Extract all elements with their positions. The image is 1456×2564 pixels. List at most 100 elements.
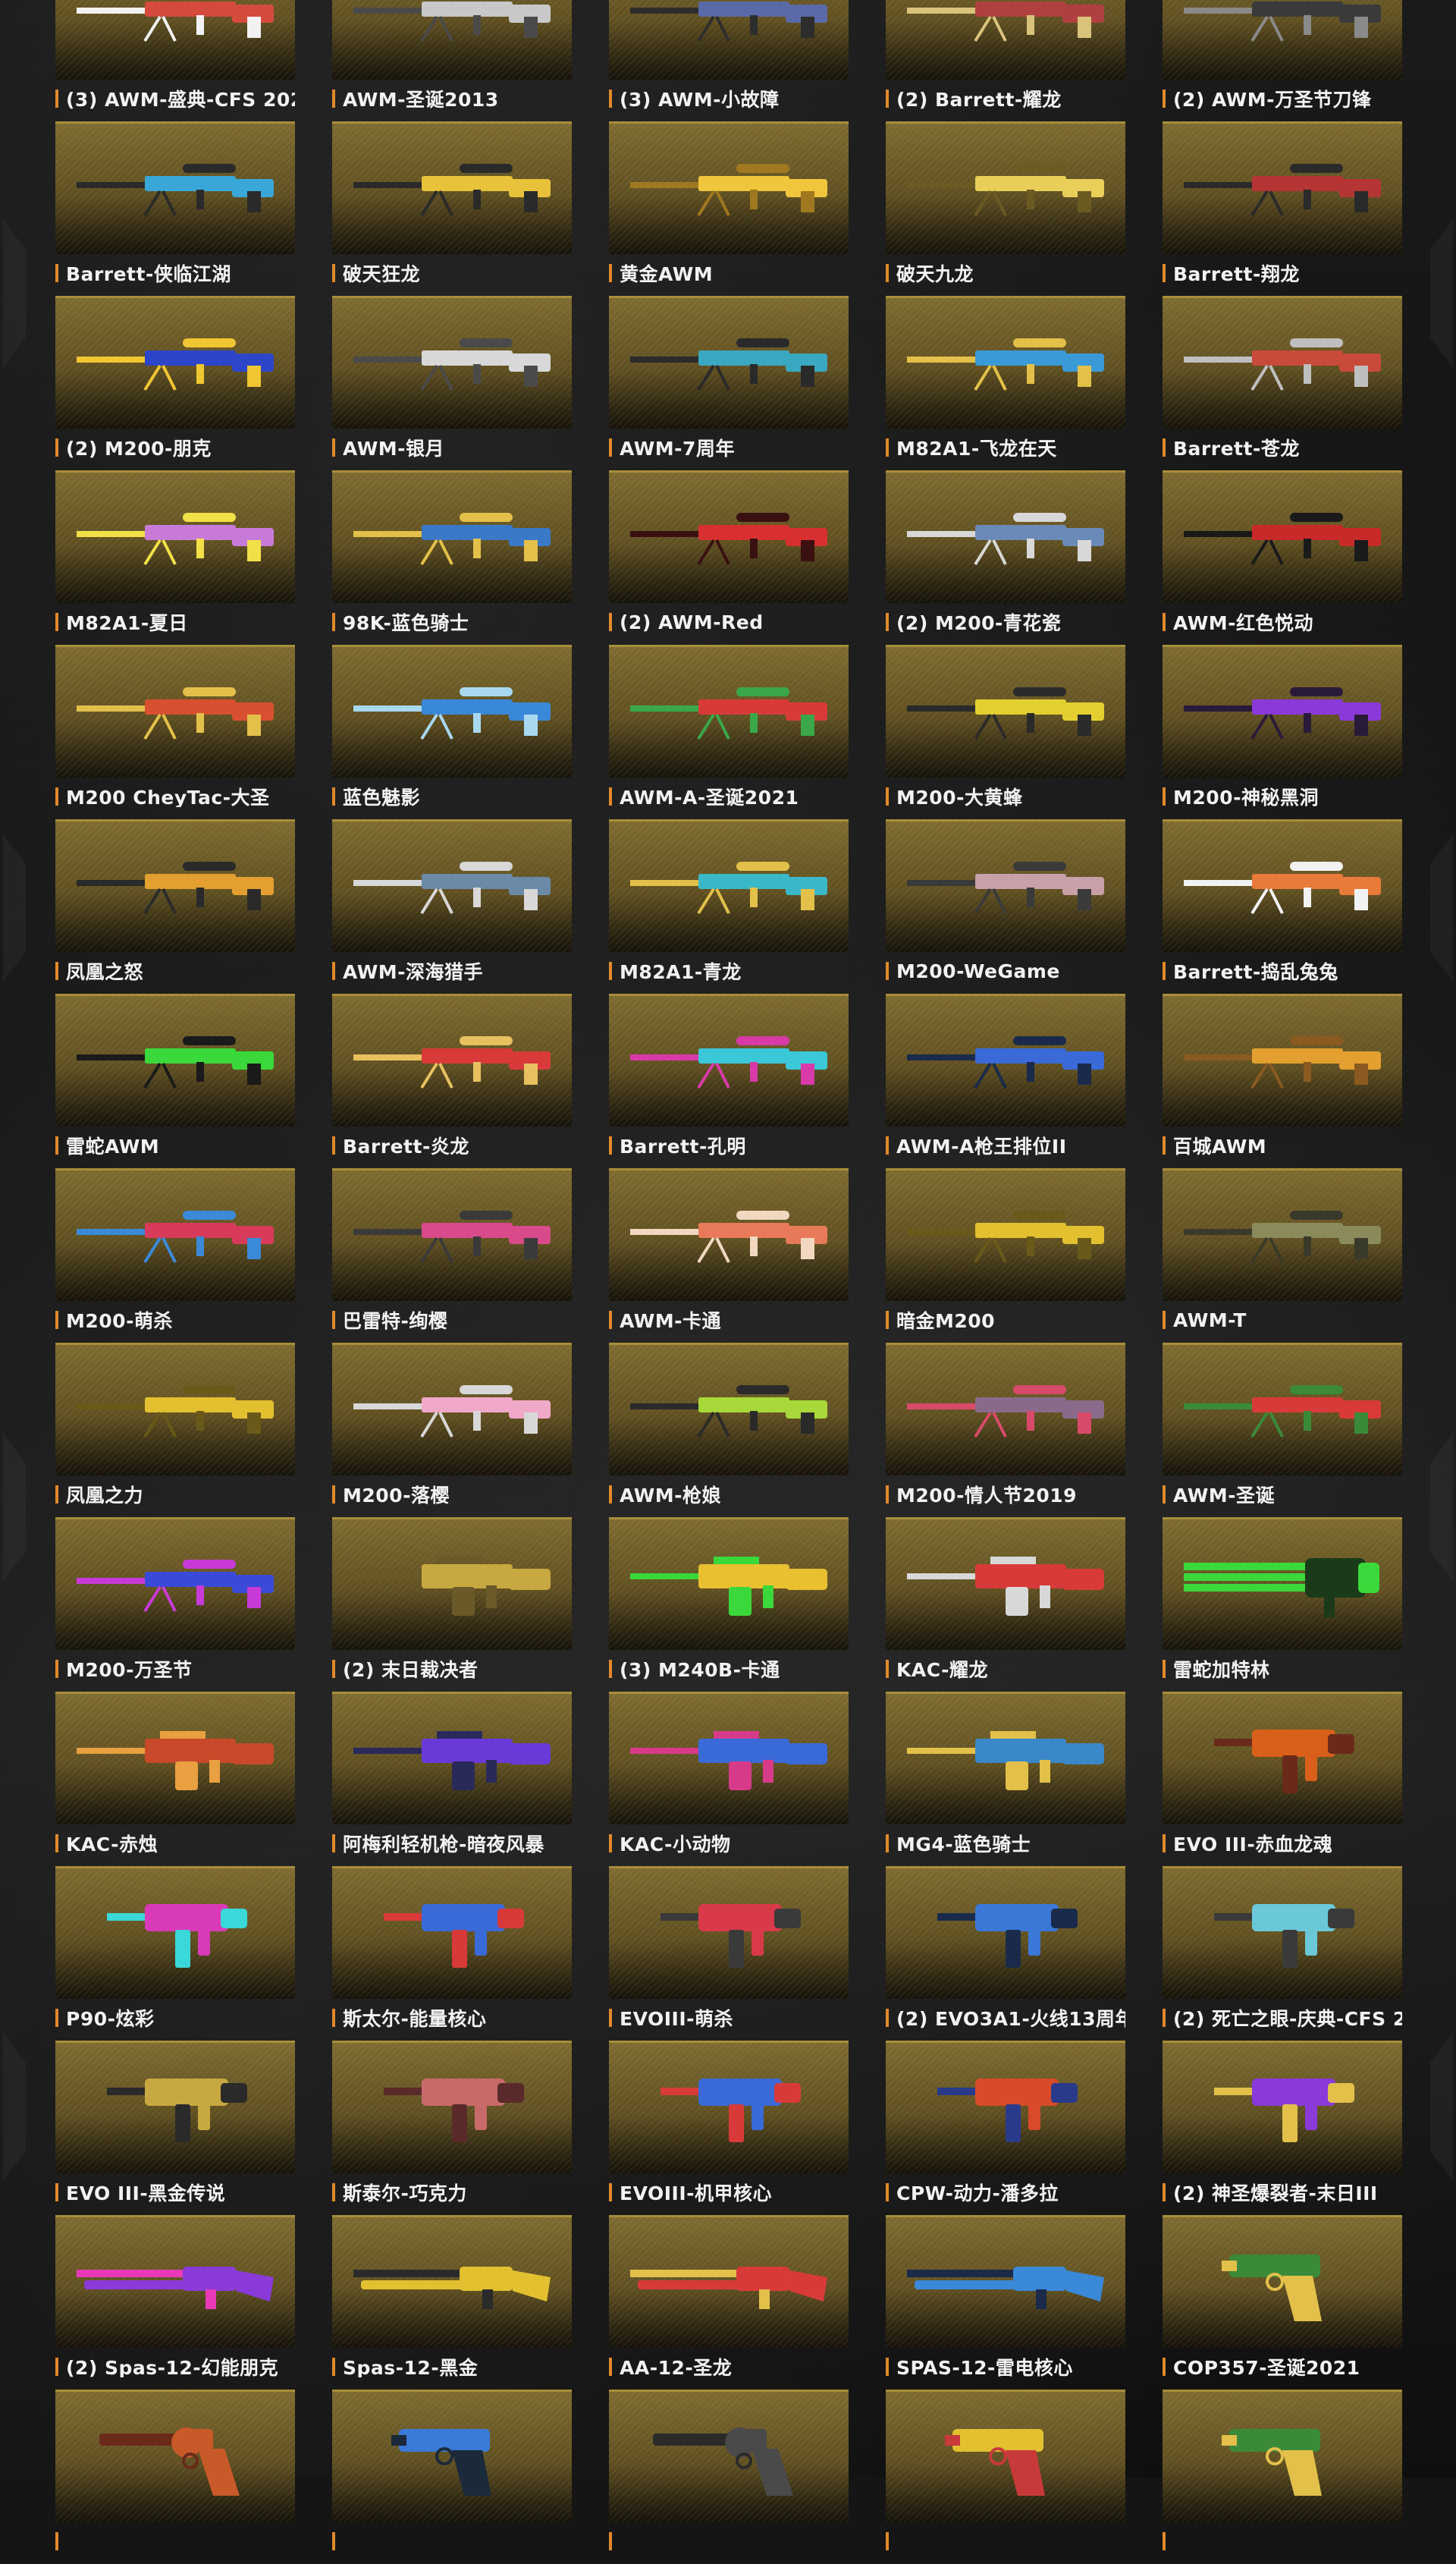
weapon-thumbnail[interactable] [886,645,1125,778]
weapon-card[interactable]: (2) M200-青花瓷 [886,470,1125,645]
weapon-card[interactable] [886,2390,1125,2564]
weapon-card[interactable]: AWM-圣诞 [1163,1343,1402,1517]
weapon-card[interactable]: 98K-蓝色骑士 [332,470,572,645]
weapon-thumbnail[interactable] [55,645,295,778]
weapon-card[interactable]: Spas-12-黑金 [332,2215,572,2390]
weapon-thumbnail[interactable] [55,2390,295,2522]
weapon-thumbnail[interactable] [886,1866,1125,1999]
weapon-card[interactable]: 阿梅利轻机枪-暗夜风暴 [332,1692,572,1866]
weapon-thumbnail[interactable] [1163,1168,1402,1301]
weapon-card[interactable] [332,2390,572,2564]
weapon-card[interactable]: MG4-蓝色骑士 [886,1692,1125,1866]
weapon-card[interactable] [1163,2390,1402,2564]
weapon-card[interactable]: Barrett-孔明 [609,994,849,1168]
weapon-thumbnail[interactable] [332,1343,572,1475]
weapon-thumbnail[interactable] [55,1343,295,1475]
weapon-card[interactable]: 斯泰尔-巧克力 [332,2041,572,2215]
weapon-thumbnail[interactable] [609,121,849,254]
weapon-thumbnail[interactable] [55,1866,295,1999]
weapon-card[interactable]: AWM-T [1163,1168,1402,1343]
weapon-thumbnail[interactable] [609,296,849,429]
weapon-card[interactable]: SPAS-12-雷电核心 [886,2215,1125,2390]
weapon-card[interactable]: 巴雷特-绚樱 [332,1168,572,1343]
weapon-thumbnail[interactable] [886,0,1125,80]
weapon-thumbnail[interactable] [1163,470,1402,603]
weapon-card[interactable]: KAC-耀龙 [886,1517,1125,1692]
weapon-card[interactable]: (3) AWM-盛典-CFS 2022 [55,0,295,121]
weapon-thumbnail[interactable] [55,1517,295,1650]
weapon-thumbnail[interactable] [332,1168,572,1301]
weapon-card[interactable]: M200-萌杀 [55,1168,295,1343]
weapon-thumbnail[interactable] [332,2390,572,2522]
weapon-card[interactable] [55,2390,295,2564]
weapon-thumbnail[interactable] [1163,2041,1402,2173]
weapon-card[interactable]: COP357-圣诞2021 [1163,2215,1402,2390]
weapon-card[interactable]: AWM-A枪王排位II [886,994,1125,1168]
weapon-thumbnail[interactable] [886,994,1125,1126]
weapon-thumbnail[interactable] [332,0,572,80]
weapon-thumbnail[interactable] [609,1692,849,1824]
weapon-card[interactable]: (2) 神圣爆裂者-末日III [1163,2041,1402,2215]
weapon-card[interactable]: Barrett-苍龙 [1163,296,1402,470]
weapon-card[interactable]: M200-神秘黑洞 [1163,645,1402,819]
weapon-card[interactable]: P90-炫彩 [55,1866,295,2041]
weapon-thumbnail[interactable] [1163,296,1402,429]
weapon-card[interactable]: AWM-深海猎手 [332,819,572,994]
weapon-card[interactable]: M82A1-青龙 [609,819,849,994]
weapon-card[interactable]: AWM-银月 [332,296,572,470]
weapon-card[interactable]: EVOIII-机甲核心 [609,2041,849,2215]
weapon-card[interactable]: M82A1-飞龙在天 [886,296,1125,470]
weapon-card[interactable]: 凤凰之力 [55,1343,295,1517]
weapon-card[interactable]: (2) 末日裁决者 [332,1517,572,1692]
weapon-thumbnail[interactable] [55,2041,295,2173]
weapon-thumbnail[interactable] [886,1343,1125,1475]
weapon-thumbnail[interactable] [332,819,572,952]
weapon-card[interactable]: EVO III-赤血龙魂 [1163,1692,1402,1866]
weapon-card[interactable]: AWM-枪娘 [609,1343,849,1517]
weapon-card[interactable]: (2) Spas-12-幻能朋克 [55,2215,295,2390]
weapon-card[interactable]: 斯太尔-能量核心 [332,1866,572,2041]
weapon-card[interactable]: 雷蛇AWM [55,994,295,1168]
weapon-thumbnail[interactable] [609,1866,849,1999]
weapon-thumbnail[interactable] [332,296,572,429]
weapon-thumbnail[interactable] [886,1168,1125,1301]
weapon-thumbnail[interactable] [886,1517,1125,1650]
weapon-thumbnail[interactable] [886,1692,1125,1824]
weapon-card[interactable]: 破天狂龙 [332,121,572,296]
weapon-card[interactable]: 凤凰之怒 [55,819,295,994]
weapon-card[interactable]: (2) 死亡之眼-庆典-CFS 2022 [1163,1866,1402,2041]
weapon-thumbnail[interactable] [1163,994,1402,1126]
weapon-card[interactable]: AWM-卡通 [609,1168,849,1343]
weapon-thumbnail[interactable] [609,819,849,952]
weapon-thumbnail[interactable] [609,2215,849,2348]
weapon-card[interactable]: M200-WeGame [886,819,1125,994]
weapon-thumbnail[interactable] [609,645,849,778]
weapon-card[interactable]: (2) AWM-Red [609,470,849,645]
weapon-card[interactable]: KAC-小动物 [609,1692,849,1866]
weapon-card[interactable]: (2) M200-朋克 [55,296,295,470]
weapon-card[interactable]: Barrett-侠临江湖 [55,121,295,296]
weapon-card[interactable]: KAC-赤烛 [55,1692,295,1866]
weapon-thumbnail[interactable] [886,2215,1125,2348]
weapon-card[interactable]: (2) EVO3A1-火线13周年 [886,1866,1125,2041]
weapon-card[interactable]: M200-落樱 [332,1343,572,1517]
weapon-thumbnail[interactable] [609,1517,849,1650]
weapon-thumbnail[interactable] [886,2390,1125,2522]
weapon-thumbnail[interactable] [332,121,572,254]
weapon-thumbnail[interactable] [1163,1343,1402,1475]
weapon-card[interactable]: M82A1-夏日 [55,470,295,645]
weapon-card[interactable]: Barrett-炎龙 [332,994,572,1168]
weapon-card[interactable]: AWM-圣诞2013 [332,0,572,121]
weapon-thumbnail[interactable] [55,121,295,254]
weapon-thumbnail[interactable] [55,994,295,1126]
weapon-thumbnail[interactable] [609,1168,849,1301]
weapon-card[interactable]: 破天九龙 [886,121,1125,296]
weapon-thumbnail[interactable] [609,994,849,1126]
weapon-card[interactable]: 百城AWM [1163,994,1402,1168]
weapon-card[interactable]: 黄金AWM [609,121,849,296]
weapon-thumbnail[interactable] [332,994,572,1126]
weapon-card[interactable]: EVOIII-萌杀 [609,1866,849,2041]
weapon-thumbnail[interactable] [332,645,572,778]
weapon-card[interactable]: 蓝色魅影 [332,645,572,819]
weapon-card[interactable]: Barrett-翔龙 [1163,121,1402,296]
